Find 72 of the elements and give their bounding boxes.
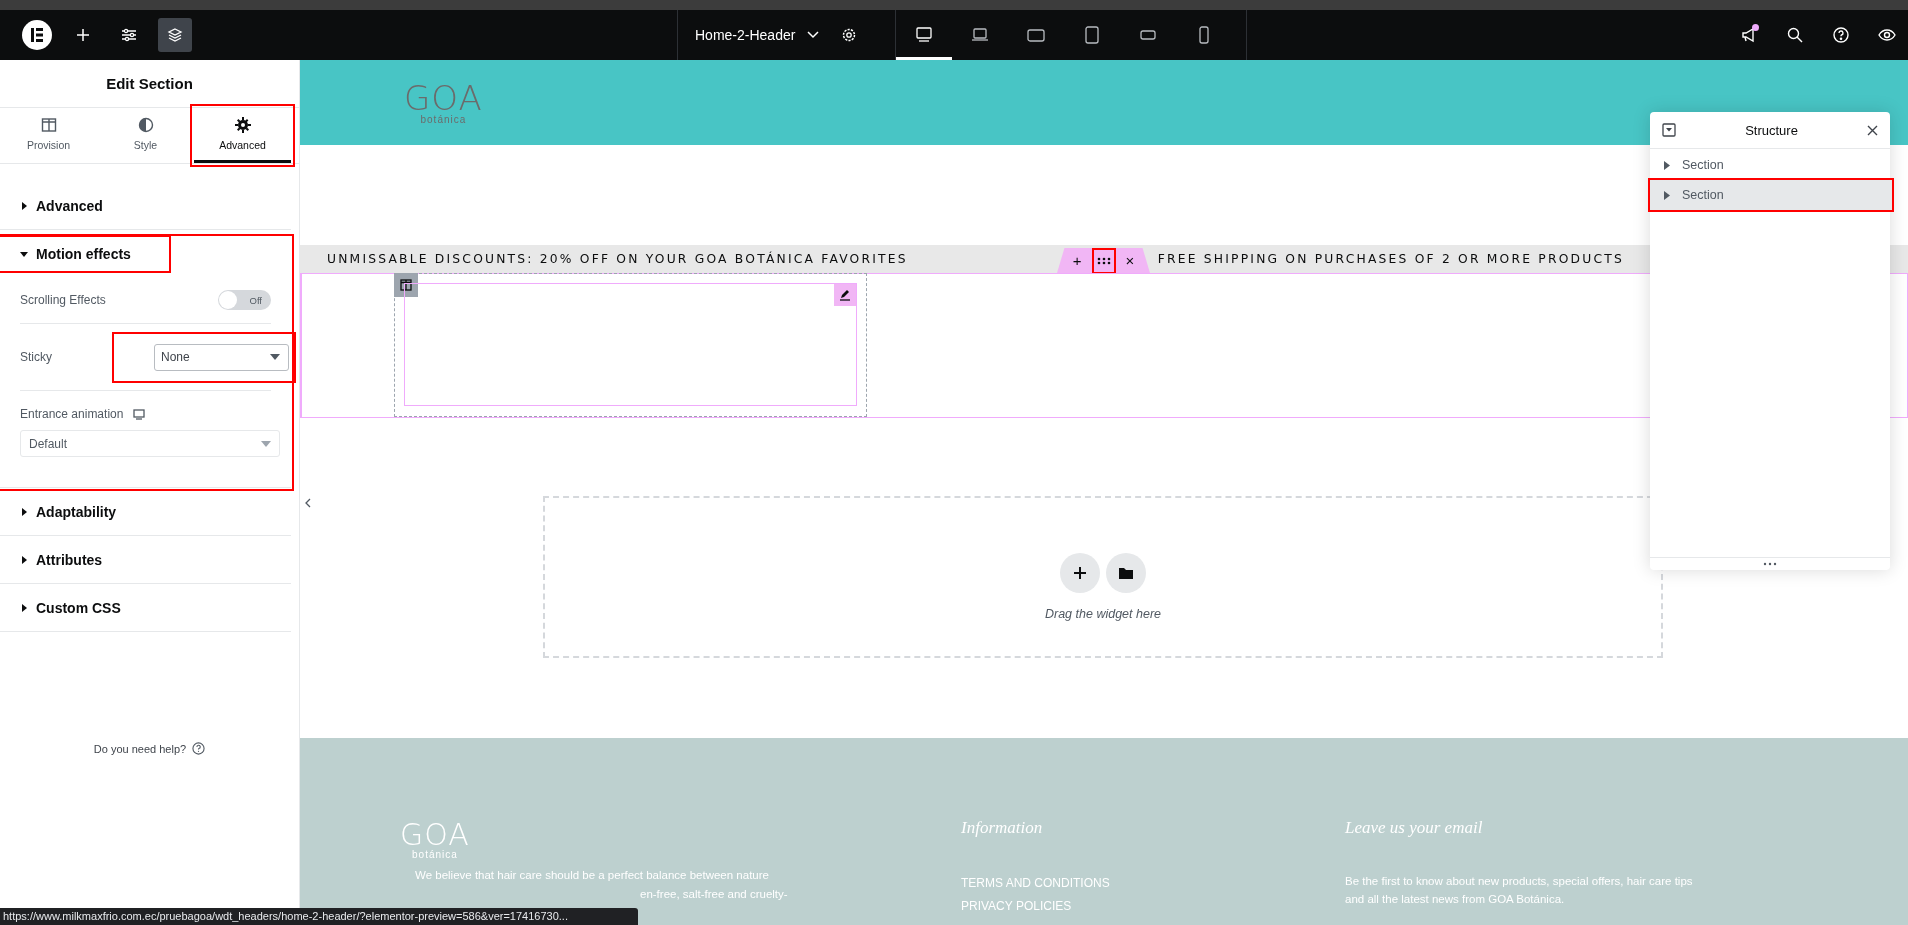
control-label: Sticky xyxy=(20,350,52,364)
edit-icon[interactable] xyxy=(834,284,856,306)
columns-icon xyxy=(40,117,57,133)
site-logo: GOA botánica xyxy=(404,80,483,125)
layers-button[interactable] xyxy=(158,18,192,52)
caret-icon xyxy=(20,507,28,516)
contrast-icon xyxy=(137,117,154,133)
caret-icon xyxy=(1664,160,1670,170)
collapse-icon[interactable] xyxy=(1662,123,1676,137)
caret-icon xyxy=(20,201,28,210)
structure-title: Structure xyxy=(1745,122,1798,138)
section-header[interactable]: Custom CSS xyxy=(0,584,141,631)
template-folder-button[interactable] xyxy=(1106,553,1146,593)
monitor-icon xyxy=(914,25,934,45)
drag-handle-icon[interactable] xyxy=(1091,247,1116,274)
add-button[interactable] xyxy=(1060,553,1100,593)
animation-select[interactable]: Default xyxy=(20,430,280,457)
eye-icon xyxy=(1878,26,1896,44)
status-url: https://www.milkmaxfrio.com.ec/pruebagoa/wdt_headers/home-2-header/?elementor-preview=586&ver=17416730... xyxy=(0,908,638,925)
sliders-icon xyxy=(121,27,137,43)
caret-icon xyxy=(261,440,271,447)
structure-item[interactable]: Section xyxy=(1650,150,1890,180)
control-label: Entrance animation xyxy=(20,407,124,421)
control-label: Scrolling Effects xyxy=(20,293,106,307)
panel-tab[interactable]: Provision xyxy=(0,108,97,163)
page-title[interactable]: Home-2-Header xyxy=(695,27,796,43)
column-icon[interactable] xyxy=(394,273,418,297)
section-header[interactable]: Adaptability xyxy=(0,488,137,535)
caret-icon xyxy=(20,250,28,258)
layers-icon xyxy=(167,27,183,43)
footer-heading: Information xyxy=(961,818,1044,838)
announcement-text: FREE SHIPPING ON PURCHASES OF 2 OR MORE PRODUCTS xyxy=(1157,252,1624,266)
drop-hint: Drag the widget here xyxy=(1044,607,1161,621)
plus-icon xyxy=(1072,565,1088,581)
chevron-left-icon xyxy=(305,498,311,508)
caret-icon xyxy=(20,603,28,612)
footer-description: en-free, salt-free and cruelty- xyxy=(640,887,788,902)
search-icon xyxy=(1786,26,1804,44)
announcement-text: UNMISSABLE DISCOUNTS: 20% OFF ON YOUR GOA BOTÁNICA FAVORITES xyxy=(327,252,908,266)
footer-text: Be the first to know about new products, special offers, hair care tips xyxy=(1345,874,1694,889)
resize-handle-icon[interactable] xyxy=(1763,562,1777,566)
folder-icon xyxy=(1118,566,1134,580)
help-text[interactable]: Do you need help? xyxy=(93,742,187,755)
chevron-down-icon[interactable] xyxy=(807,31,820,39)
close-icon[interactable] xyxy=(1867,124,1878,136)
logo-button[interactable] xyxy=(20,18,54,52)
delete-section-button[interactable]: × xyxy=(1125,253,1135,268)
footer-heading: Leave us your email xyxy=(1345,818,1484,838)
footer-logo: GOA botánica xyxy=(400,820,470,860)
section-header[interactable]: Attributes xyxy=(0,536,123,583)
logo-icon xyxy=(22,20,52,50)
desktop-icon[interactable] xyxy=(133,408,146,420)
caret-icon xyxy=(20,555,28,564)
help-icon xyxy=(1832,26,1850,44)
gear-icon xyxy=(234,117,251,133)
panel-tab[interactable]: Style xyxy=(97,108,194,163)
caret-icon xyxy=(1664,190,1670,200)
structure-item[interactable]: Section xyxy=(1650,180,1892,210)
add-section-button[interactable]: + xyxy=(1072,253,1082,268)
section-header[interactable]: Motion effects xyxy=(0,237,169,271)
section-header[interactable]: Advanced xyxy=(0,182,123,229)
help-icon[interactable] xyxy=(192,742,206,755)
caret-icon xyxy=(270,354,280,360)
footer-text: and all the latest news from GOA Botánica. xyxy=(1345,892,1566,907)
panel-title: Edit Section xyxy=(0,60,299,108)
sticky-select[interactable]: None xyxy=(154,343,289,371)
toggle-switch[interactable]: Off xyxy=(218,290,271,310)
settings-icon[interactable] xyxy=(841,27,858,43)
tablet-icon xyxy=(1082,25,1102,45)
footer-description: We believe that hair care should be a perfect balance between nature xyxy=(415,868,769,883)
panel-tab[interactable]: Advanced xyxy=(194,108,291,163)
plus-icon xyxy=(75,27,91,43)
